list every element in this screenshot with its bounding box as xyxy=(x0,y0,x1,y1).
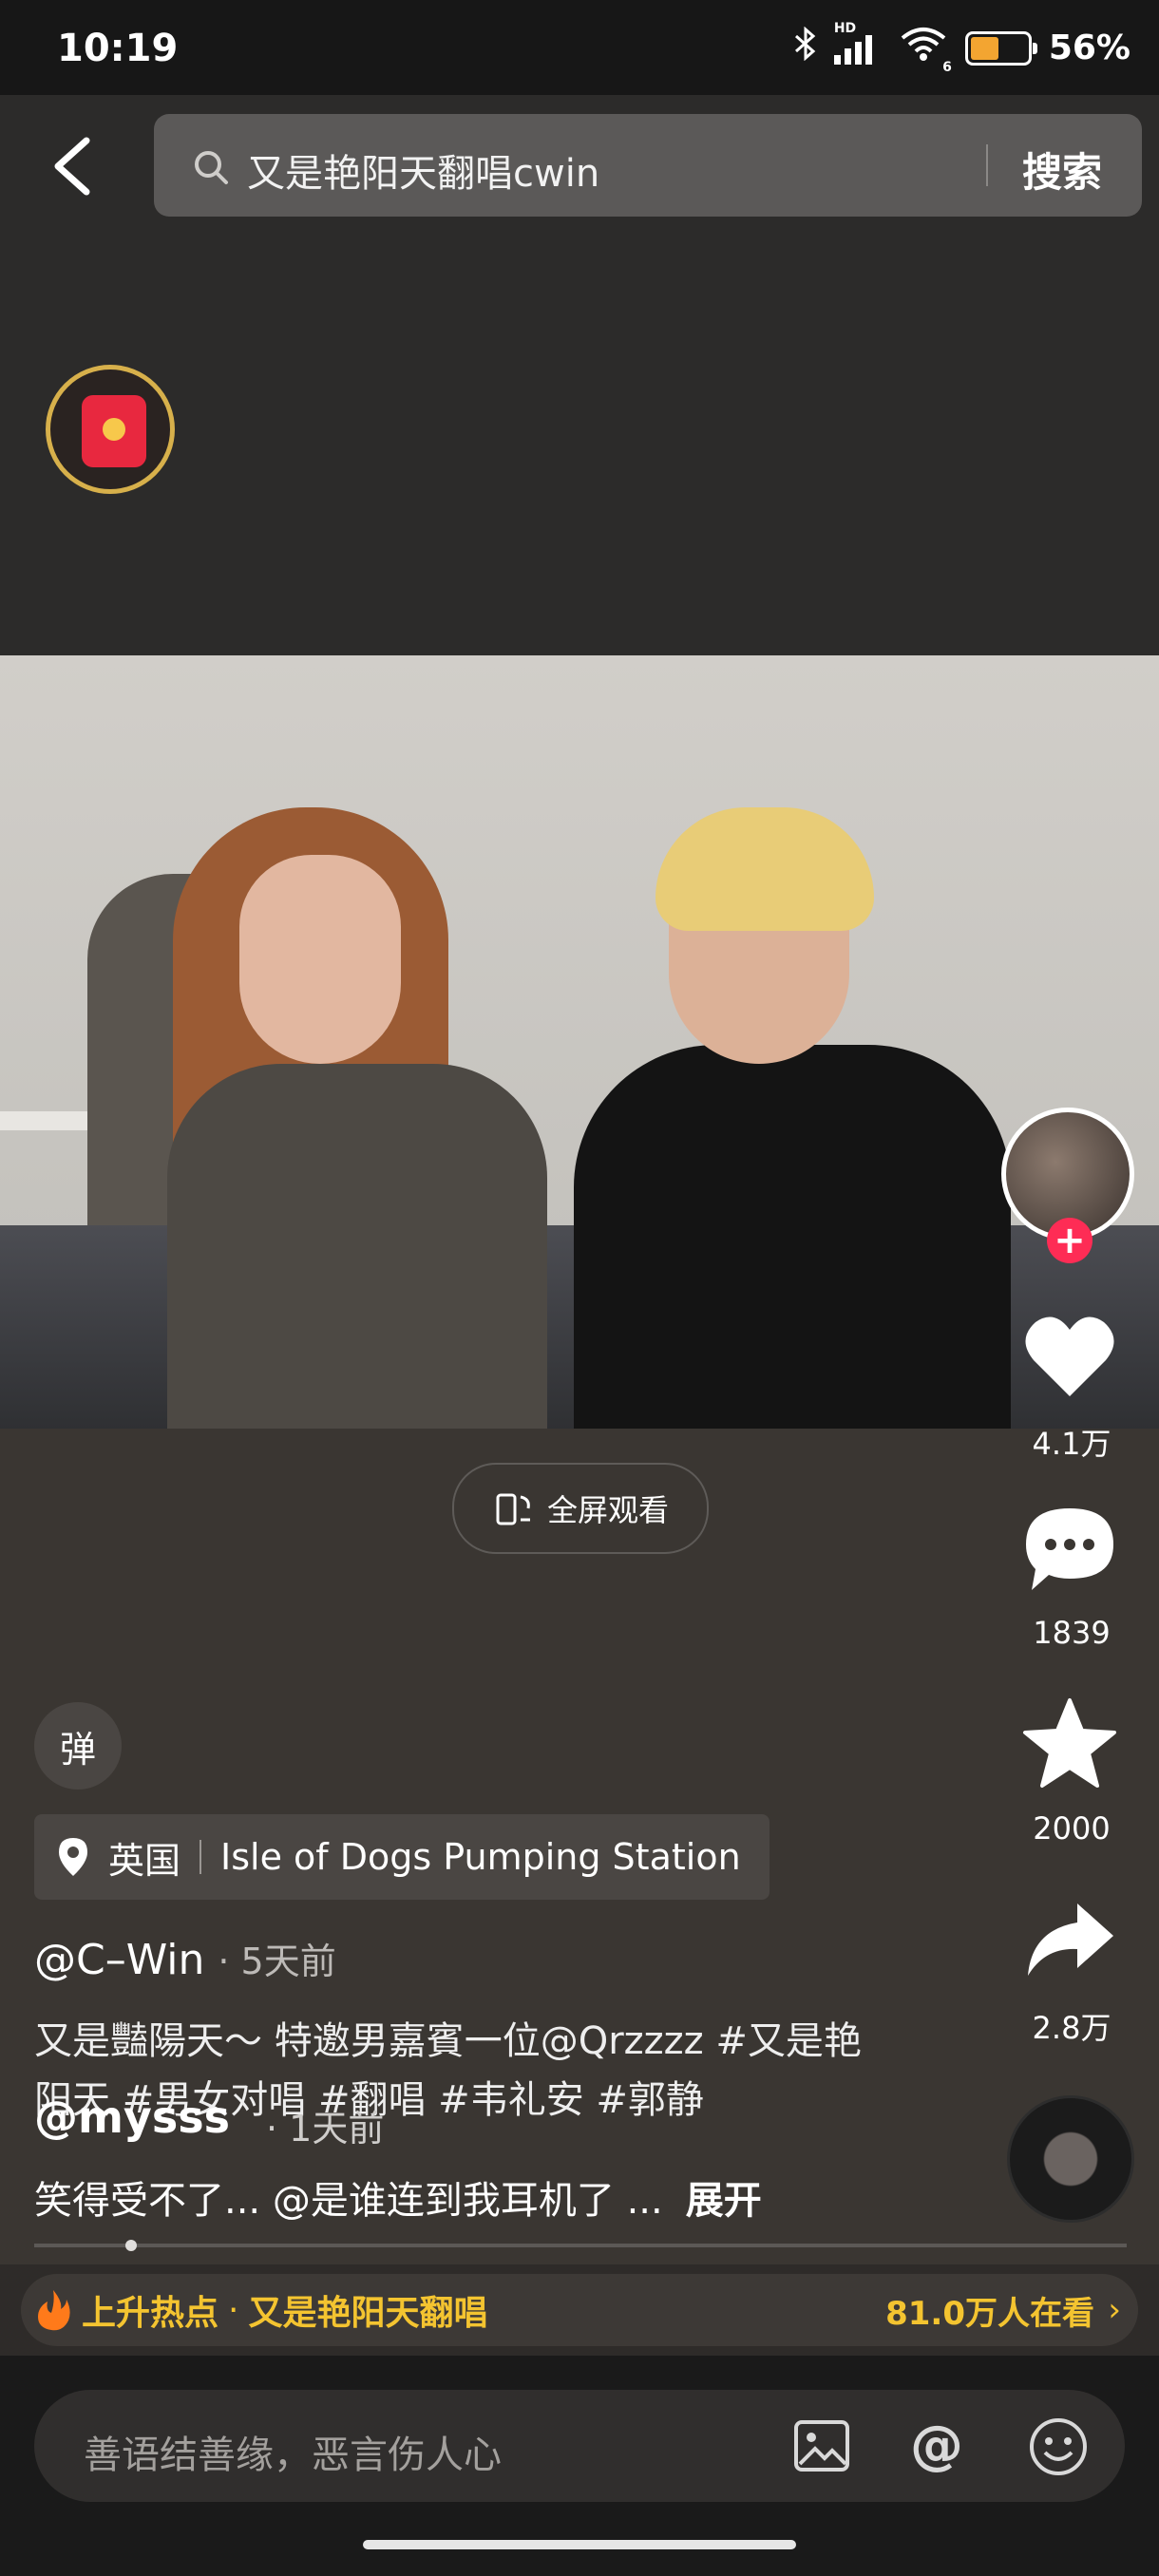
hot-label: 上升热点 xyxy=(82,2294,219,2333)
search-icon xyxy=(195,151,228,184)
wifi-label: 6 xyxy=(942,60,952,75)
search-input[interactable]: 又是艳阳天翻唱cwin xyxy=(247,142,599,198)
status-icons: HD 6 56% xyxy=(794,21,1130,75)
comment-placeholder[interactable]: 善语结善缘，恶言伤人心 xyxy=(84,2424,502,2479)
danmaku-toggle[interactable]: 弹 xyxy=(34,1702,122,1790)
home-indicator[interactable] xyxy=(363,2540,796,2549)
red-packet-icon xyxy=(82,395,146,467)
reply-user[interactable]: @mysss xyxy=(34,2092,230,2143)
hot-topic-banner[interactable]: 上升热点 · 又是艳阳天翻唱 81.0万人在看 › xyxy=(0,2264,1159,2356)
red-packet-button[interactable] xyxy=(46,365,175,494)
post-time: · 5天前 xyxy=(218,1941,336,1982)
location-place: Isle of Dogs Pumping Station xyxy=(220,1836,741,1878)
share-icon[interactable] xyxy=(1022,1898,1117,1983)
status-time: 10:19 xyxy=(57,27,179,70)
back-icon xyxy=(54,137,90,196)
search-divider xyxy=(986,144,988,186)
fullscreen-icon xyxy=(496,1493,530,1525)
reply-text: 笑得受不了... @是谁连到我耳机了 ... xyxy=(34,2179,663,2223)
reply-time: · 1天前 xyxy=(266,2108,385,2150)
fullscreen-button[interactable]: 全屏观看 xyxy=(452,1463,709,1554)
like-count: 4.1万 xyxy=(1032,1426,1112,1462)
fire-icon xyxy=(38,2290,70,2331)
search-bar[interactable]: 又是艳阳天翻唱cwin 搜索 xyxy=(154,114,1142,217)
share-count: 2.8万 xyxy=(1032,2010,1112,2046)
hot-title: 又是艳阳天翻唱 xyxy=(248,2294,488,2333)
location-country: 英国 xyxy=(108,1839,181,1882)
video-progress-bar[interactable] xyxy=(34,2244,1127,2247)
back-button[interactable] xyxy=(38,133,104,199)
wifi-icon: 6 xyxy=(899,25,952,75)
bluetooth-icon xyxy=(794,26,817,69)
follow-button[interactable]: + xyxy=(1047,1218,1092,1263)
comment-icon[interactable] xyxy=(1022,1503,1117,1598)
author-row: @C–Win · 5天前 xyxy=(34,1932,336,1984)
chevron-right-icon: › xyxy=(1108,2291,1121,2329)
favorite-count: 2000 xyxy=(1033,1810,1111,1847)
hot-topic-pill[interactable]: 上升热点 · 又是艳阳天翻唱 81.0万人在看 › xyxy=(21,2274,1138,2346)
status-bar: 10:19 HD 6 56% xyxy=(0,0,1159,95)
battery-icon xyxy=(964,30,1037,66)
video-player[interactable] xyxy=(0,655,1159,1429)
heart-icon[interactable] xyxy=(1022,1311,1117,1402)
at-icon[interactable]: @ xyxy=(910,2415,963,2476)
author-name[interactable]: @C–Win xyxy=(34,1936,204,1984)
search-button[interactable]: 搜索 xyxy=(1022,141,1102,199)
network-label: HD xyxy=(833,20,857,36)
emoji-icon[interactable] xyxy=(1028,2416,1089,2477)
location-icon xyxy=(59,1838,87,1876)
star-icon[interactable] xyxy=(1022,1696,1117,1791)
image-icon[interactable] xyxy=(792,2418,851,2473)
comment-input[interactable]: 善语结善缘，恶言伤人心 @ xyxy=(34,2390,1125,2502)
hot-separator: · xyxy=(228,2290,239,2330)
location-tag[interactable]: 英国 Isle of Dogs Pumping Station xyxy=(34,1814,770,1900)
hot-viewers: 81.0万人在看 xyxy=(885,2294,1094,2333)
music-disc[interactable] xyxy=(1007,2095,1134,2223)
fullscreen-label: 全屏观看 xyxy=(546,1492,669,1528)
location-separator xyxy=(200,1840,202,1874)
progress-handle[interactable] xyxy=(125,2240,137,2251)
reply-text-row: 笑得受不了... @是谁连到我耳机了 ... 展开 xyxy=(34,2169,762,2225)
comment-count: 1839 xyxy=(1033,1615,1111,1651)
expand-button[interactable]: 展开 xyxy=(686,2179,762,2223)
signal-icon: HD xyxy=(833,21,882,65)
battery-percent: 56% xyxy=(1048,28,1130,67)
battery-level xyxy=(970,36,998,60)
